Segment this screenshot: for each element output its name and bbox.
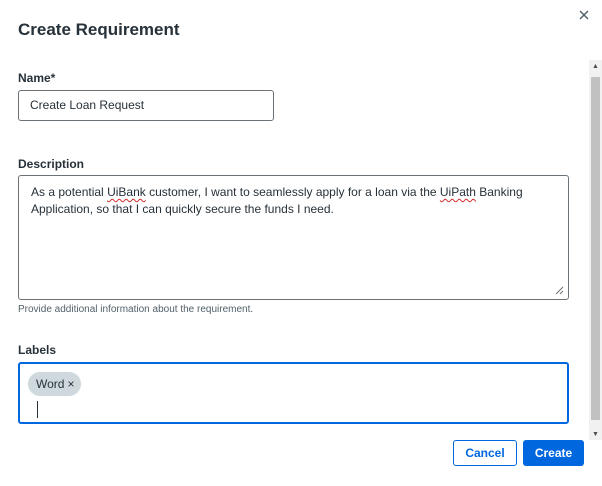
name-input[interactable]: Create Loan Request [18,90,274,121]
scroll-thumb[interactable] [591,77,600,420]
scroll-down-arrow-icon[interactable]: ▼ [589,428,602,440]
description-textarea[interactable]: As a potential UiBank customer, I want t… [18,175,569,300]
vertical-scrollbar[interactable]: ▲ ▼ [589,60,602,440]
description-misspelled-2: UiPath [439,185,476,199]
name-label: Name* [18,71,56,85]
description-text-1: As a potential [31,185,108,199]
description-text-2: customer, I want to seamlessly apply for… [145,185,440,199]
description-misspelled-1: UiBank [107,185,146,199]
create-button[interactable]: Create [523,440,584,466]
close-icon [579,10,589,20]
resize-grip-icon[interactable] [555,286,564,295]
cancel-button[interactable]: Cancel [453,440,517,466]
labels-label: Labels [18,343,57,357]
dialog-title: Create Requirement [18,20,180,39]
label-chip: Word × [28,372,82,396]
description-label: Description [18,157,85,171]
description-helper-text: Provide additional information about the… [18,304,254,315]
remove-chip-icon[interactable]: × [67,377,74,391]
labels-input[interactable]: Word × [18,362,569,424]
create-requirement-dialog: Create Requirement Name* Create Loan Req… [0,0,602,486]
close-button[interactable] [575,6,593,24]
scroll-up-arrow-icon[interactable]: ▲ [589,60,602,72]
text-cursor [37,401,38,418]
label-chip-text: Word [36,377,65,391]
